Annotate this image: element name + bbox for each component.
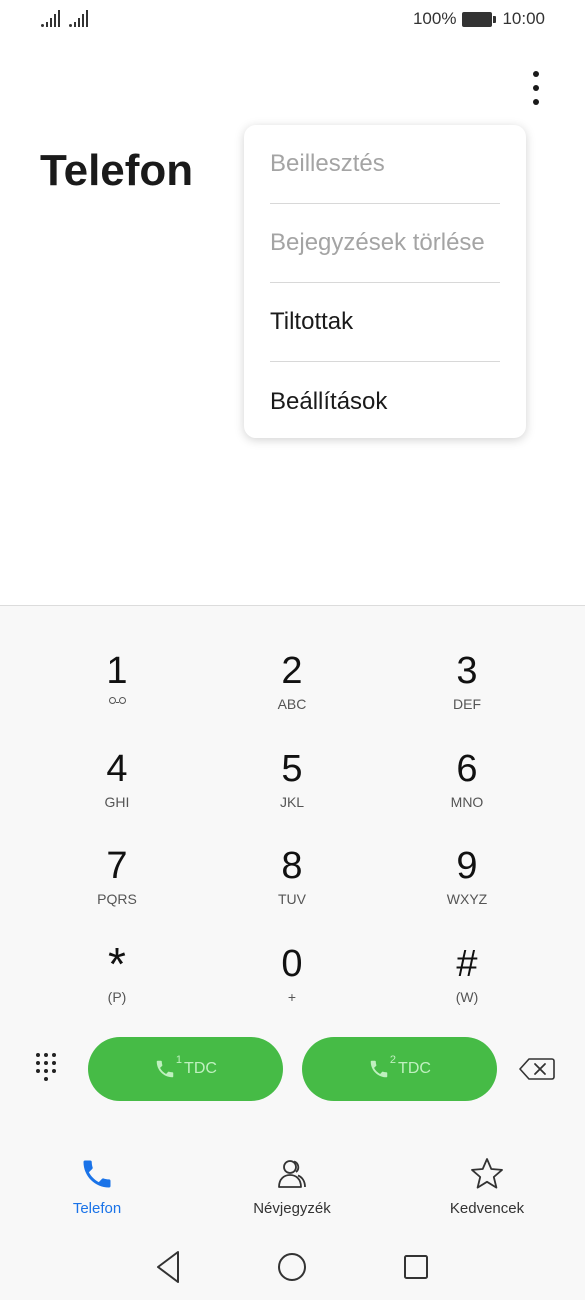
battery-percent: 100%: [412, 9, 457, 28]
key-0[interactable]: 0 +: [232, 943, 352, 1023]
key-star[interactable]: * (P): [57, 941, 177, 1023]
call-sim1-label: TDC: [184, 1060, 217, 1077]
overflow-menu: Beillesztés Bejegyzések törlése Tiltotta…: [244, 125, 526, 438]
signal-sim1-icon: [41, 9, 60, 27]
dialpad-toggle-icon[interactable]: [36, 1053, 62, 1085]
page-title: Telefon: [40, 146, 194, 195]
key-1[interactable]: 1: [57, 650, 177, 730]
key-2[interactable]: 2 ABC: [232, 650, 352, 730]
key-6[interactable]: 6 MNO: [407, 748, 527, 828]
key-4[interactable]: 4 GHI: [57, 748, 177, 828]
voicemail-icon: [108, 692, 126, 708]
key-5[interactable]: 5 JKL: [232, 748, 352, 828]
menu-item-settings[interactable]: Beállítások: [270, 362, 500, 441]
call-sim2-label: TDC: [398, 1060, 431, 1077]
tab-kedvencek[interactable]: Kedvencek: [412, 1156, 562, 1217]
nav-home-icon[interactable]: [277, 1252, 307, 1287]
backspace-icon[interactable]: [519, 1058, 555, 1080]
battery-icon: [462, 11, 497, 27]
phone-icon: 2: [368, 1054, 396, 1080]
more-options-icon[interactable]: [524, 68, 548, 108]
key-hash[interactable]: # (W): [407, 943, 527, 1023]
status-right: 100% 10:00: [413, 9, 545, 29]
key-8[interactable]: 8 TUV: [232, 845, 352, 925]
key-7[interactable]: 7 PQRS: [57, 845, 177, 925]
status-bar: 100% 10:00: [0, 0, 585, 40]
phone-icon: [79, 1156, 115, 1192]
menu-item-paste: Beillesztés: [270, 125, 500, 204]
signal-indicators: [41, 9, 88, 27]
key-3[interactable]: 3 DEF: [407, 650, 527, 730]
menu-item-delete-entries: Bejegyzések törlése: [270, 204, 500, 283]
nav-back-icon[interactable]: [155, 1248, 181, 1291]
key-9[interactable]: 9 WXYZ: [407, 845, 527, 925]
tab-telefon[interactable]: Telefon: [22, 1156, 172, 1217]
menu-item-blocked[interactable]: Tiltottak: [270, 283, 500, 362]
call-sim1-button[interactable]: 1 TDC: [88, 1037, 283, 1101]
call-sim2-button[interactable]: 2 TDC: [302, 1037, 497, 1101]
signal-sim2-icon: [69, 9, 88, 27]
tab-nevjegyzek[interactable]: Névjegyzék: [217, 1156, 367, 1217]
contacts-icon: [274, 1156, 310, 1192]
star-icon: [469, 1156, 505, 1192]
clock: 10:00: [502, 9, 545, 28]
phone-icon: 1: [154, 1054, 182, 1080]
nav-recents-icon[interactable]: [403, 1254, 429, 1285]
